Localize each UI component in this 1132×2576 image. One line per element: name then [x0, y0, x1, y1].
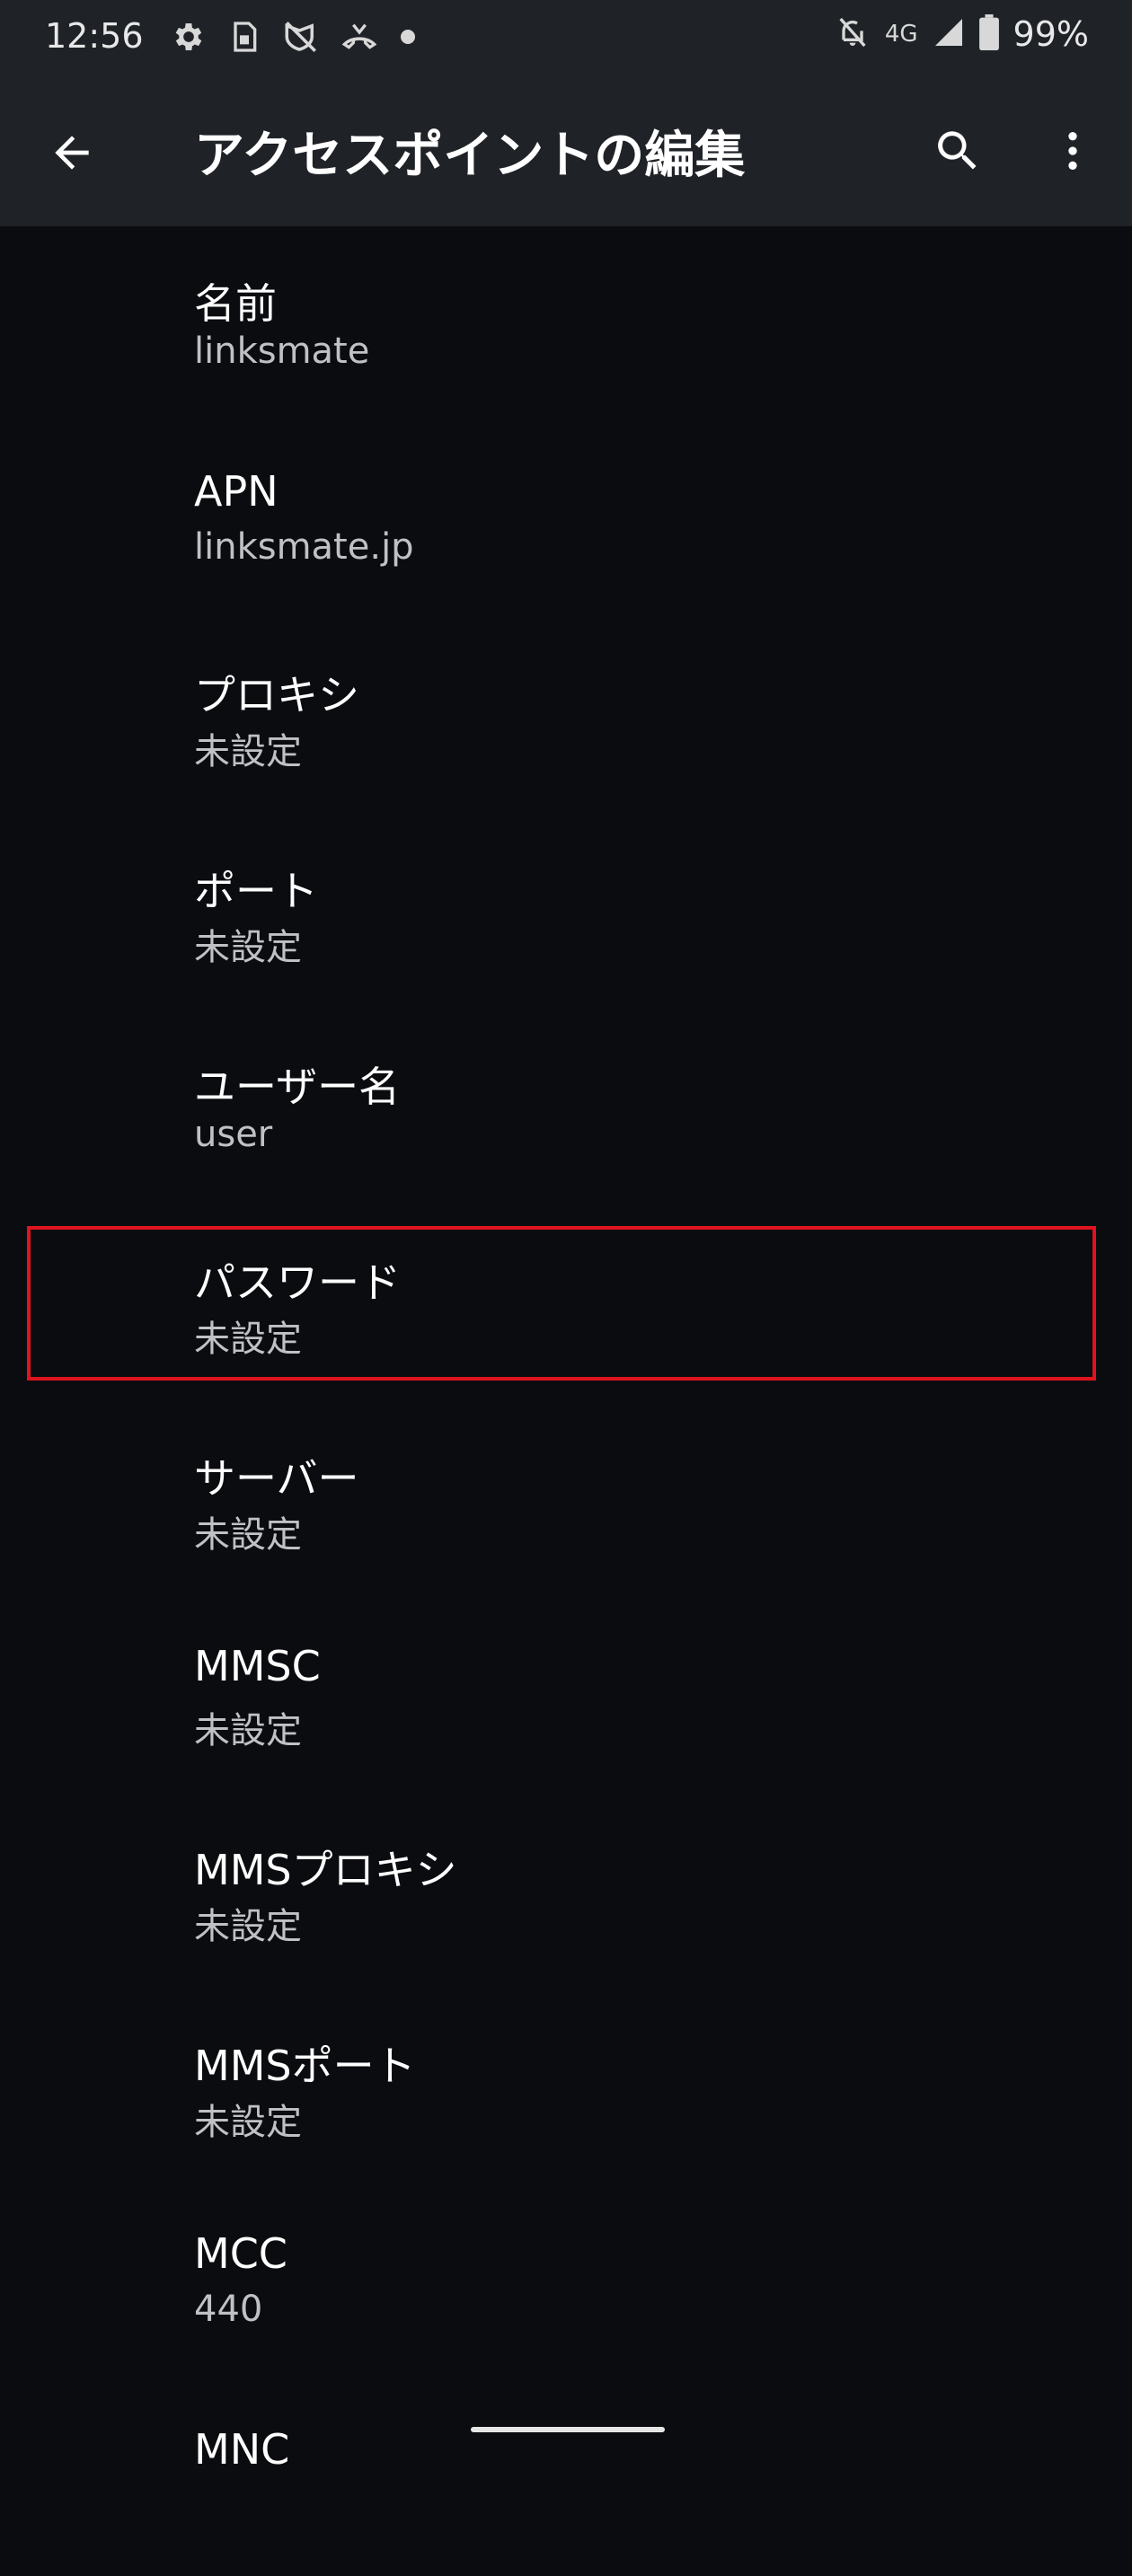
battery-level: 99%	[1013, 14, 1089, 54]
setting-proxy[interactable]: プロキシ 未設定	[0, 618, 1132, 814]
network-type: 4G	[884, 21, 918, 48]
more-options-button[interactable]	[1040, 119, 1105, 183]
search-icon	[938, 131, 977, 170]
no-vpn-icon	[282, 18, 320, 56]
setting-value: 440	[194, 2289, 263, 2330]
setting-mms-proxy[interactable]: MMSプロキシ 未設定	[0, 1793, 1132, 1989]
setting-value: linksmate.jp	[194, 526, 414, 568]
setting-name[interactable]: 名前 linksmate	[0, 226, 1132, 422]
page-title: アクセスポイントの編集	[194, 127, 746, 185]
setting-value: 未設定	[194, 1710, 302, 1751]
setting-server[interactable]: サーバー 未設定	[0, 1401, 1132, 1597]
setting-value: 未設定	[194, 1514, 302, 1556]
back-arrow-icon	[55, 136, 89, 170]
status-system-icons: 4G 99%	[835, 14, 1089, 54]
setting-title: ポート	[194, 867, 318, 915]
setting-value: 未設定	[194, 1906, 302, 1947]
status-notification-icons	[171, 18, 417, 56]
back-button[interactable]	[40, 120, 104, 185]
status-bar: 12:56 4G 99%	[0, 0, 1132, 77]
call-forward-icon	[340, 19, 379, 55]
setting-title: MMSC	[194, 1642, 321, 1690]
setting-title: 名前	[194, 279, 277, 328]
gear-icon	[171, 19, 207, 55]
status-time: 12:56	[45, 16, 144, 56]
setting-title: APN	[194, 467, 279, 516]
apn-settings-list: 名前 linksmate APN linksmate.jp プロキシ 未設定 ポ…	[0, 226, 1132, 2576]
setting-title: ユーザー名	[194, 1063, 401, 1111]
setting-title: MCC	[194, 2229, 287, 2278]
setting-mcc[interactable]: MCC 440	[0, 2184, 1132, 2380]
setting-title: プロキシ	[194, 671, 359, 719]
bell-off-icon	[835, 14, 871, 54]
battery-icon	[978, 14, 999, 54]
setting-value: 未設定	[194, 2102, 302, 2143]
setting-title: MNC	[194, 2425, 290, 2474]
setting-mmsc[interactable]: MMSC 未設定	[0, 1597, 1132, 1793]
setting-mnc[interactable]: MNC	[0, 2380, 1132, 2576]
setting-title: MMSプロキシ	[194, 1846, 457, 1894]
setting-port[interactable]: ポート 未設定	[0, 814, 1132, 1010]
setting-value: linksmate	[194, 331, 370, 372]
app-bar: アクセスポイントの編集	[0, 77, 1132, 226]
highlight-box	[27, 1226, 1096, 1381]
setting-value: 未設定	[194, 731, 302, 772]
dot-icon	[399, 19, 417, 55]
setting-apn[interactable]: APN linksmate.jp	[0, 422, 1132, 618]
more-vert-icon	[1068, 132, 1077, 170]
setting-value: 未設定	[194, 927, 302, 968]
setting-mms-port[interactable]: MMSポート 未設定	[0, 1989, 1132, 2184]
gesture-nav-handle[interactable]	[471, 2427, 665, 2432]
sim-icon	[226, 19, 262, 55]
search-button[interactable]	[925, 119, 990, 183]
signal-icon	[933, 16, 965, 52]
setting-value: user	[194, 1114, 273, 1155]
setting-username[interactable]: ユーザー名 user	[0, 1010, 1132, 1205]
setting-title: サーバー	[194, 1454, 359, 1503]
setting-title: MMSポート	[194, 2042, 416, 2090]
